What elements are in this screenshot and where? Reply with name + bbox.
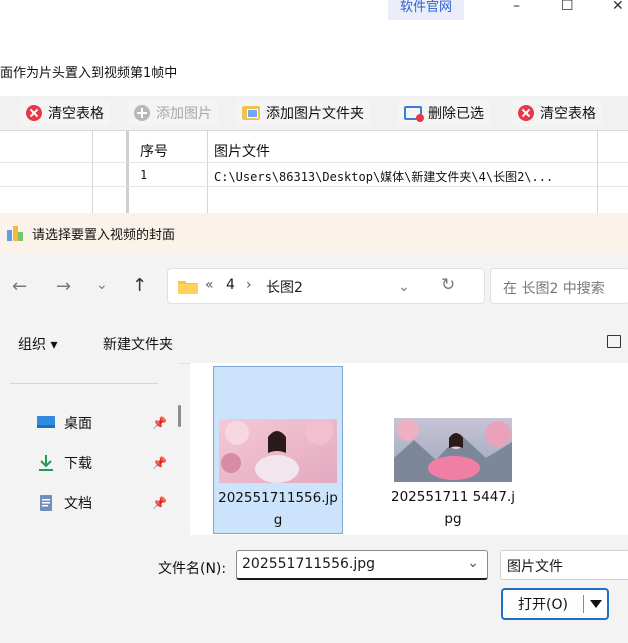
search-input[interactable]: 在 长图2 中搜索: [490, 268, 628, 304]
add-icon: [134, 105, 150, 121]
clear-table-label: 清空表格: [48, 106, 104, 122]
clear-table-button[interactable]: 清空表格: [20, 100, 110, 126]
dialog-title: 请选择要置入视频的封面: [32, 228, 176, 243]
clear-icon: [26, 105, 42, 121]
breadcrumb-separator: ›: [246, 277, 252, 293]
forward-button[interactable]: →: [56, 277, 71, 297]
download-icon: [39, 455, 53, 471]
nav-item-documents[interactable]: 文档: [36, 491, 92, 515]
filename-value: 202551711556.jpg: [242, 556, 375, 572]
nav-divider: [10, 383, 158, 384]
clear-icon: [518, 105, 534, 121]
column-header-file[interactable]: 图片文件: [214, 141, 270, 161]
folder-icon: [178, 281, 198, 294]
file-thumbnail: [219, 419, 337, 483]
open-dropdown-arrow-icon[interactable]: [590, 600, 602, 608]
nav-pane-scrollbar[interactable]: [178, 405, 181, 427]
up-button[interactable]: ↑: [132, 276, 147, 296]
open-button[interactable]: 打开(O): [501, 588, 609, 620]
app-icon: [7, 226, 23, 241]
filename-input[interactable]: 202551711556.jpg ⌄: [236, 550, 488, 580]
delete-selected-button[interactable]: 删除已选: [398, 100, 490, 126]
refresh-button[interactable]: ↻: [441, 275, 455, 295]
documents-icon: [40, 495, 52, 511]
table-cell-index[interactable]: 1: [140, 168, 147, 182]
table-header-line: [0, 162, 628, 163]
column-header-index[interactable]: 序号: [140, 141, 168, 161]
nav-item-label: 文档: [64, 496, 92, 512]
nav-item-label: 桌面: [64, 416, 92, 432]
add-image-button[interactable]: 添加图片: [128, 100, 218, 126]
minimize-button[interactable]: –: [513, 0, 520, 13]
image-folder-icon: [242, 106, 260, 120]
table-cell-file[interactable]: C:\Users\86313\Desktop\媒体\新建文件夹\4\长图2\..…: [214, 168, 594, 185]
clear-table-label-2: 清空表格: [540, 106, 596, 122]
pin-icon: 📌: [152, 496, 167, 510]
delete-selected-label: 删除已选: [428, 106, 484, 122]
table-divider: [92, 131, 93, 215]
table-row-line: [0, 186, 628, 187]
delete-icon: [404, 106, 424, 122]
file-item[interactable]: 202551711556.jpg: [213, 366, 343, 534]
file-name: 202551711 5447.jpg: [391, 489, 515, 527]
back-button[interactable]: ←: [12, 277, 27, 297]
table-divider: [597, 131, 598, 215]
preview-pane-icon[interactable]: [607, 335, 621, 348]
instruction-text: 面作为片头置入到视频第1帧中: [0, 66, 178, 81]
add-image-folder-label: 添加图片文件夹: [266, 106, 364, 122]
official-site-link[interactable]: 软件官网: [388, 0, 465, 20]
address-dropdown-button[interactable]: ⌄: [398, 277, 410, 297]
filetype-select[interactable]: 图片文件: [500, 550, 628, 580]
chevron-down-icon[interactable]: ⌄: [467, 555, 479, 571]
open-file-dialog: 请选择要置入视频的封面 ← → ⌄ ↑ « 4 › 长图2 ⌄ ↻ 在 长图2 …: [0, 213, 628, 643]
nav-item-downloads[interactable]: 下载: [36, 451, 92, 475]
desktop-icon: [37, 416, 55, 428]
nav-item-label: 下载: [64, 456, 92, 472]
new-folder-button[interactable]: 新建文件夹: [103, 334, 173, 354]
add-image-folder-button[interactable]: 添加图片文件夹: [236, 100, 370, 126]
open-button-label: 打开(O): [518, 597, 568, 613]
pin-icon: 📌: [152, 416, 167, 430]
breadcrumb-current[interactable]: 长图2: [266, 277, 303, 297]
recent-locations-button[interactable]: ⌄: [96, 275, 108, 295]
address-bar[interactable]: [167, 268, 485, 304]
breadcrumb-parent[interactable]: 4: [226, 277, 235, 293]
add-image-label: 添加图片: [156, 106, 212, 122]
organize-menu[interactable]: 组织 ▾: [18, 334, 57, 354]
breadcrumb-overflow[interactable]: «: [205, 277, 214, 293]
pin-icon: 📌: [152, 456, 167, 470]
maximize-button[interactable]: ☐: [561, 0, 574, 13]
file-thumbnail: [394, 418, 512, 482]
table-divider: [207, 131, 208, 215]
table-splitter[interactable]: [126, 131, 129, 215]
command-bar: [0, 325, 628, 364]
split-divider: [583, 595, 584, 613]
nav-item-desktop[interactable]: 桌面: [36, 411, 92, 435]
close-button[interactable]: ✕: [612, 0, 624, 13]
file-name: 202551711556.jpg: [218, 490, 338, 528]
filename-label: 文件名(N):: [158, 561, 227, 577]
file-item[interactable]: 202551711 5447.jpg: [388, 366, 518, 534]
clear-table-button-2[interactable]: 清空表格: [512, 100, 602, 126]
